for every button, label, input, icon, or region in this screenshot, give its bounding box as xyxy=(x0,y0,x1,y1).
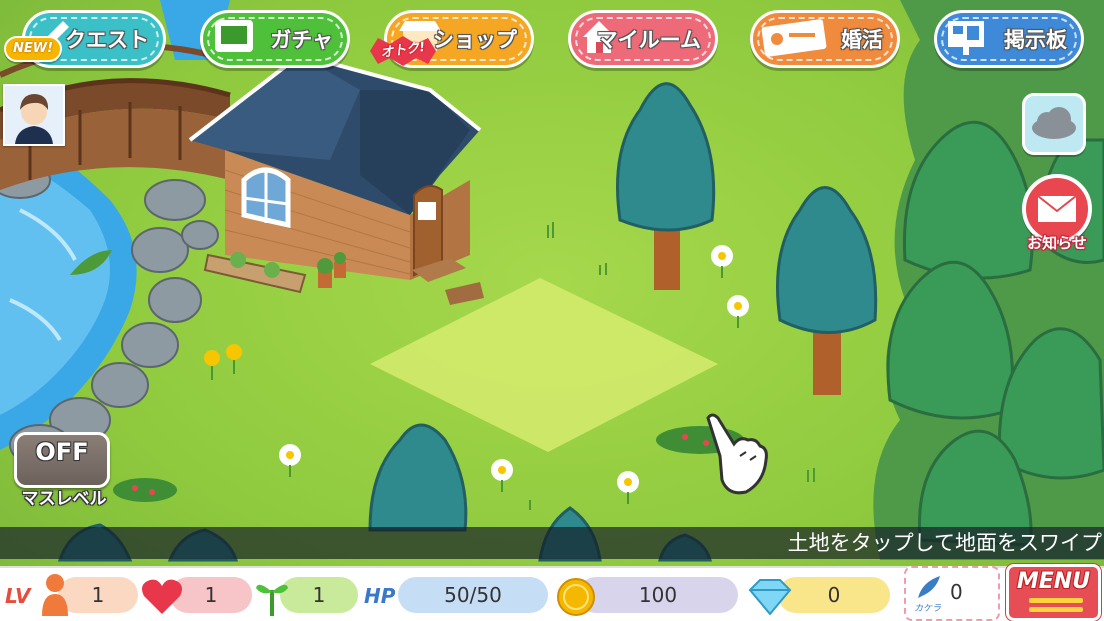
hp-pill: 50/50 xyxy=(398,577,548,613)
person-icon xyxy=(36,572,74,621)
board-label: 掲示板 xyxy=(1004,28,1067,52)
masu-level-toggle[interactable]: OFF マスレベル xyxy=(8,432,116,518)
notice-button[interactable]: お知らせ xyxy=(1016,174,1098,256)
board-button[interactable]: 掲示板 xyxy=(934,10,1084,68)
diamond-pill: 0 xyxy=(778,577,890,613)
menu-button[interactable]: MENU xyxy=(1006,564,1101,621)
masu-state: OFF xyxy=(35,438,89,466)
coin-value: 100 xyxy=(638,583,678,607)
hint-text: 土地をタップして地面をスワイプ xyxy=(787,531,1102,555)
envelope-icon xyxy=(1037,195,1077,222)
sprout-value: 1 xyxy=(312,583,326,607)
myroom-label: マイルーム xyxy=(596,28,701,52)
hp-label: HP xyxy=(364,584,396,608)
coin-pill: 100 xyxy=(578,577,738,613)
gacha-ticket-icon xyxy=(211,16,259,62)
gacha-label: ガチャ xyxy=(270,28,333,52)
level-label: LV xyxy=(5,584,31,608)
gacha-button[interactable]: ガチャ xyxy=(200,10,350,68)
sprout-pill: 1 xyxy=(280,577,358,613)
konkatsu-button[interactable]: 婚活 xyxy=(750,10,900,68)
bulletin-board-icon xyxy=(945,17,987,61)
menu-lines-icon xyxy=(1029,598,1083,616)
diamond-icon xyxy=(746,578,794,620)
heart-icon xyxy=(140,576,184,620)
konkatsu-label: 婚活 xyxy=(841,28,883,52)
hp-value: 50/50 xyxy=(444,583,502,607)
hand-pointer-icon xyxy=(700,410,772,504)
shop-label: ショップ xyxy=(433,28,517,52)
kakera-label: カケラ xyxy=(914,604,942,614)
masu-label: マスレベル xyxy=(21,489,107,509)
quest-label: クエスト xyxy=(65,28,149,52)
hint-bar: 土地をタップして地面をスワイプ xyxy=(0,527,1104,559)
diamond-value: 0 xyxy=(827,583,841,607)
kakera-value: 0 xyxy=(950,580,963,604)
avatar-face-icon xyxy=(5,86,63,144)
new-badge: NEW! xyxy=(4,36,62,62)
cloud-icon xyxy=(1032,107,1076,139)
profile-card-icon xyxy=(761,17,827,61)
otoku-badge: オトク! xyxy=(370,36,436,66)
game-field[interactable]: クエスト NEW! ガチャ ショップ オトク! マイルーム 婚活 掲示板 お知ら… xyxy=(0,0,1104,621)
myroom-button[interactable]: マイルーム xyxy=(568,10,718,68)
coin-icon xyxy=(556,577,596,621)
sprout-icon xyxy=(254,576,290,620)
notice-label: お知らせ xyxy=(1027,234,1087,252)
weather-button[interactable] xyxy=(1022,93,1086,155)
menu-label: MENU xyxy=(1016,569,1091,594)
player-avatar[interactable] xyxy=(3,84,65,146)
